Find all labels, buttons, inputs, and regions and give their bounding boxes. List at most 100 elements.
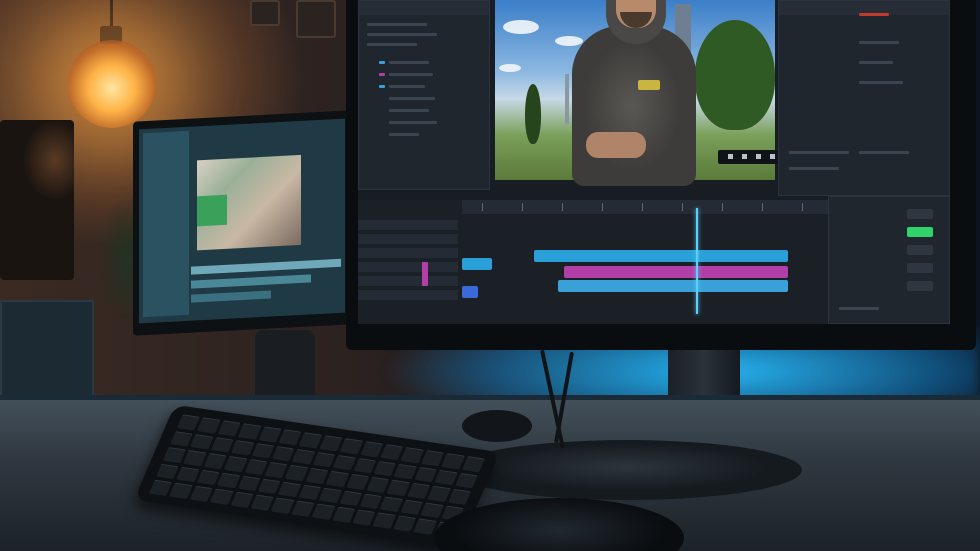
timeline-clip[interactable] bbox=[534, 250, 788, 262]
person bbox=[572, 26, 696, 186]
key bbox=[400, 447, 425, 464]
panel-button[interactable] bbox=[907, 245, 933, 255]
ruler-tick bbox=[562, 203, 563, 211]
key bbox=[285, 464, 309, 482]
key bbox=[299, 432, 323, 449]
timeline-clip[interactable] bbox=[462, 258, 492, 270]
track-header[interactable] bbox=[358, 220, 458, 230]
ruler-tick bbox=[602, 203, 603, 211]
key bbox=[155, 463, 180, 480]
effects-row[interactable] bbox=[859, 81, 903, 84]
timeline-clip[interactable] bbox=[462, 286, 478, 298]
track-header[interactable] bbox=[358, 234, 458, 244]
key bbox=[190, 433, 214, 450]
key bbox=[339, 490, 363, 507]
project-row[interactable] bbox=[389, 97, 435, 100]
key bbox=[366, 476, 390, 493]
timeline-clip[interactable] bbox=[564, 266, 788, 278]
key bbox=[148, 480, 173, 497]
audio-meters-panel bbox=[828, 196, 950, 324]
key bbox=[441, 452, 465, 470]
key bbox=[332, 506, 356, 523]
track-level-meter bbox=[422, 262, 428, 286]
key bbox=[238, 423, 262, 440]
key bbox=[447, 488, 471, 505]
effects-row[interactable] bbox=[859, 13, 889, 16]
key bbox=[251, 442, 275, 459]
effects-row[interactable] bbox=[859, 61, 893, 64]
key bbox=[271, 445, 295, 462]
key bbox=[420, 502, 444, 519]
side-shelf bbox=[0, 300, 94, 409]
key bbox=[176, 466, 200, 483]
key bbox=[224, 456, 248, 473]
timeline-panel bbox=[358, 200, 828, 324]
left-monitor bbox=[133, 110, 351, 336]
meter-row bbox=[839, 307, 879, 310]
key bbox=[197, 417, 221, 434]
cloud bbox=[503, 20, 539, 34]
play-icon[interactable] bbox=[742, 154, 747, 159]
effects-row[interactable] bbox=[789, 167, 839, 170]
key bbox=[400, 499, 424, 516]
ruler-tick bbox=[642, 203, 643, 211]
key bbox=[386, 479, 410, 496]
effects-row[interactable] bbox=[859, 151, 909, 154]
panel-button[interactable] bbox=[907, 263, 933, 273]
key bbox=[209, 488, 234, 505]
ruler-tick bbox=[762, 203, 763, 211]
project-row[interactable] bbox=[367, 23, 427, 26]
tree bbox=[525, 84, 541, 144]
ruler-tick bbox=[522, 203, 523, 211]
key bbox=[339, 438, 364, 455]
timeline-ruler[interactable] bbox=[462, 200, 828, 214]
key bbox=[407, 482, 431, 499]
ruler-tick bbox=[802, 203, 803, 211]
panel-button[interactable] bbox=[907, 281, 933, 291]
key bbox=[461, 455, 486, 472]
wall-frame bbox=[296, 0, 336, 38]
key bbox=[244, 459, 268, 476]
effects-row[interactable] bbox=[789, 151, 849, 154]
timeline-playhead[interactable] bbox=[696, 208, 698, 314]
render-button[interactable] bbox=[907, 227, 933, 237]
key bbox=[353, 457, 377, 474]
key bbox=[292, 448, 316, 465]
photo-scene bbox=[0, 0, 980, 551]
track-header[interactable] bbox=[358, 276, 458, 286]
project-row[interactable] bbox=[367, 33, 437, 36]
project-row[interactable] bbox=[389, 61, 429, 64]
left-screen-track bbox=[191, 258, 341, 275]
key bbox=[237, 475, 261, 492]
step-forward-button[interactable] bbox=[756, 154, 761, 159]
track-header[interactable] bbox=[358, 290, 458, 300]
project-row[interactable] bbox=[389, 73, 433, 76]
wall-frame bbox=[250, 0, 280, 26]
key bbox=[217, 420, 241, 437]
track-header[interactable] bbox=[358, 248, 458, 258]
key bbox=[414, 466, 438, 483]
key bbox=[380, 444, 404, 461]
project-row[interactable] bbox=[389, 85, 425, 88]
main-monitor-base bbox=[452, 440, 802, 500]
person-hands bbox=[586, 132, 646, 158]
key bbox=[312, 451, 336, 468]
key bbox=[454, 472, 478, 489]
key bbox=[170, 430, 194, 447]
project-row[interactable] bbox=[367, 43, 417, 46]
key bbox=[257, 478, 281, 495]
panel-button[interactable] bbox=[907, 209, 933, 219]
project-row[interactable] bbox=[389, 109, 429, 112]
step-back-button[interactable] bbox=[728, 154, 733, 159]
effects-row[interactable] bbox=[859, 41, 899, 44]
key bbox=[203, 453, 227, 470]
project-row[interactable] bbox=[389, 133, 419, 136]
key bbox=[372, 512, 396, 529]
loop-button[interactable] bbox=[770, 154, 775, 159]
key bbox=[427, 485, 451, 502]
timeline-clip[interactable] bbox=[558, 280, 788, 292]
effects-panel bbox=[778, 0, 950, 196]
track-header[interactable] bbox=[358, 262, 458, 272]
tree bbox=[695, 20, 775, 130]
project-row[interactable] bbox=[389, 121, 437, 124]
